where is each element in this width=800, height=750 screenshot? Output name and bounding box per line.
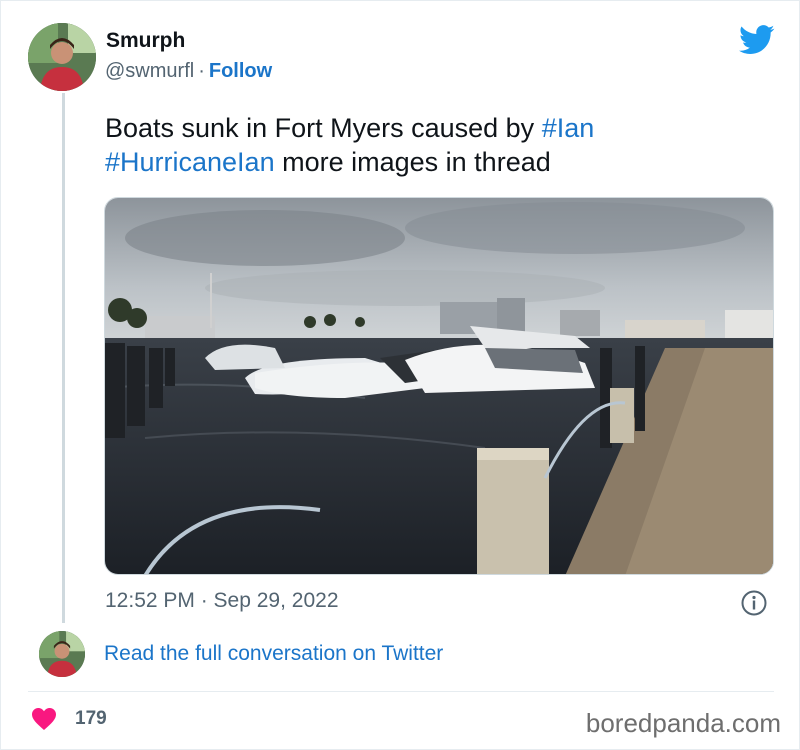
twitter-bird-icon[interactable] [739, 25, 775, 55]
author-name[interactable]: Smurph [106, 29, 185, 53]
tweet-photo[interactable] [104, 197, 774, 575]
thread-line [62, 93, 65, 623]
separator-dot: · [198, 60, 205, 82]
hashtag-ian[interactable]: #Ian [542, 113, 595, 143]
like-count: 179 [75, 708, 107, 729]
tweet-text: Boats sunk in Fort Myers caused by #Ian … [105, 111, 755, 179]
tweet-timestamp[interactable]: 12:52 PM · Sep 29, 2022 [105, 589, 339, 613]
tweet-text-part1: Boats sunk in Fort Myers caused by [105, 113, 535, 143]
heart-icon[interactable] [31, 707, 57, 731]
author-handle-row: @swmurfl · Follow [105, 60, 272, 83]
author-avatar[interactable] [28, 23, 96, 91]
boredpanda-watermark: boredpanda.com [585, 708, 781, 738]
author-handle[interactable]: @swmurfl [105, 60, 194, 82]
follow-button[interactable]: Follow [209, 60, 272, 82]
read-conversation-link[interactable]: Read the full conversation on Twitter [104, 642, 443, 666]
tweet-text-part2: more images in thread [282, 147, 551, 177]
footer-divider [28, 691, 774, 692]
reply-avatar[interactable] [39, 631, 85, 677]
hashtag-hurricaneian[interactable]: #HurricaneIan [105, 147, 275, 177]
info-icon[interactable] [741, 590, 767, 616]
tweet-card: Smurph @swmurfl · Follow Boats sunk in For… [0, 0, 800, 750]
